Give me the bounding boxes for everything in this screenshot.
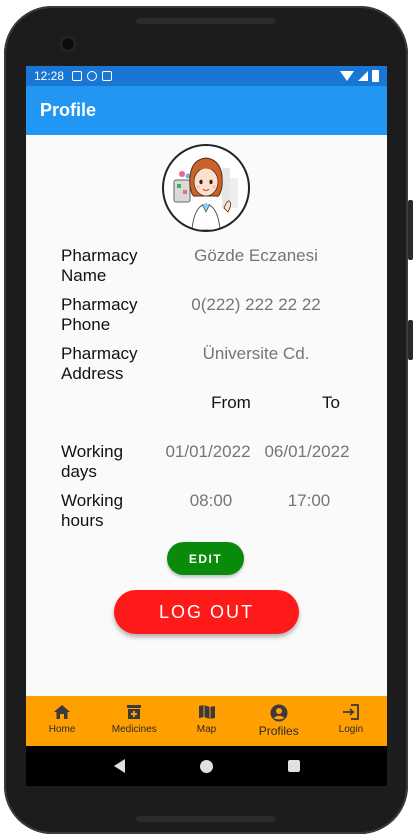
nav-label-login: Login <box>338 724 364 735</box>
nav-item-home[interactable]: Home <box>26 696 98 746</box>
pharmacy-address-row: Pharmacy Address Üniversite Cd. <box>61 344 361 386</box>
signal-icon <box>358 71 368 81</box>
working-hours-to: 17:00 <box>287 491 331 510</box>
pharmacist-avatar-icon <box>173 157 238 230</box>
working-hours-label: Working hours <box>61 491 124 530</box>
login-icon <box>342 704 359 720</box>
nav-item-medicines[interactable]: Medicines <box>98 696 170 746</box>
system-navigation-bar <box>26 746 387 786</box>
working-days-row: Working days 01/01/2022 06/01/2022 <box>61 442 361 484</box>
edit-button[interactable]: EDIT <box>167 542 244 575</box>
back-icon[interactable] <box>113 759 125 773</box>
working-hours-from: 08:00 <box>189 491 233 510</box>
top-speaker <box>136 18 276 24</box>
pharmacy-address-value: Üniversite Cd. <box>202 344 310 363</box>
pharmacy-phone-value: 0(222) 222 22 22 <box>191 295 321 314</box>
pharmacist-avatar <box>162 144 250 232</box>
sd-card-icon <box>102 71 113 81</box>
nav-label-map: Map <box>196 724 217 735</box>
working-hours-row: Working hours 08:00 17:00 <box>61 491 361 533</box>
nav-item-profiles[interactable]: Profiles <box>243 696 315 746</box>
wifi-icon <box>340 71 354 81</box>
nav-label-home: Home <box>48 724 76 735</box>
working-days-to: 06/01/2022 <box>264 442 350 461</box>
power-button <box>408 320 413 360</box>
nav-label-medicines: Medicines <box>111 724 157 735</box>
logout-button[interactable]: LOG OUT <box>114 590 299 634</box>
nav-item-login[interactable]: Login <box>315 696 387 746</box>
pharmacy-phone-label: Pharmacy Phone <box>61 295 138 334</box>
from-header: From <box>211 393 251 412</box>
working-days-label: Working days <box>61 442 124 481</box>
recent-apps-icon[interactable] <box>287 760 300 772</box>
app-bar: Profile <box>26 86 387 135</box>
volume-button <box>408 200 413 260</box>
nav-item-map[interactable]: Map <box>170 696 242 746</box>
pharmacy-name-value: Gözde Eczanesi <box>194 246 318 265</box>
battery-icon <box>372 70 379 82</box>
pharmacy-name-row: Pharmacy Name Gözde Eczanesi <box>61 246 361 288</box>
working-days-from: 01/01/2022 <box>165 442 251 461</box>
pharmacy-name-label: Pharmacy Name <box>61 246 138 285</box>
bottom-speaker <box>136 816 276 822</box>
notification-a-icon <box>72 71 83 81</box>
schedule-header-row: From To <box>61 393 361 415</box>
status-time: 12:28 <box>34 69 65 83</box>
status-bar: 12:28 <box>26 66 387 86</box>
account-circle-icon <box>270 704 288 722</box>
pharmacy-phone-row: Pharmacy Phone 0(222) 222 22 22 <box>61 295 361 337</box>
home-icon <box>54 705 71 719</box>
bottom-navigation: Home Medicines Map Profiles Login <box>26 696 387 746</box>
app-screen: 12:28 Profile Pharmacy Name Gözde Eczane… <box>26 66 387 786</box>
notification-p-icon <box>87 71 98 81</box>
page-title: Profile <box>40 100 97 120</box>
medicine-box-icon <box>127 705 142 719</box>
nav-label-profiles: Profiles <box>258 724 299 738</box>
map-icon <box>198 705 215 719</box>
front-camera <box>62 38 74 50</box>
to-header: To <box>322 393 340 412</box>
system-home-icon[interactable] <box>199 759 213 773</box>
pharmacy-address-label: Pharmacy Address <box>61 344 138 383</box>
